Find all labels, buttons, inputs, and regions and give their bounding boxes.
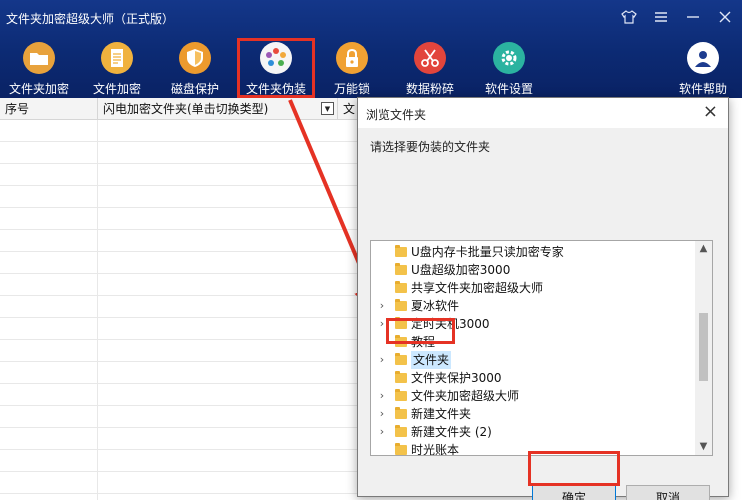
folder-tree[interactable]: U盘内存卡批量只读加密专家 U盘超级加密3000 共享文件夹加密超级大师 › 夏冰… xyxy=(370,240,713,456)
folder-icon xyxy=(395,371,407,383)
folder-icon xyxy=(395,443,407,455)
browse-folder-dialog: 浏览文件夹 × 请选择要伪装的文件夹 U盘内存卡批量只读加密专家 U盘超级加密3… xyxy=(357,97,729,500)
tree-item-selected[interactable]: › 文件夹 xyxy=(371,351,693,369)
tree-item-label: 新建文件夹 xyxy=(411,407,472,421)
cancel-button[interactable]: 取消 xyxy=(626,485,710,500)
tree-item-label: 共享文件夹加密超级大师 xyxy=(411,281,544,295)
tree-item-label: 新建文件夹 (2) xyxy=(411,425,492,439)
dialog-prompt: 请选择要伪装的文件夹 xyxy=(370,140,491,154)
chevron-right-icon[interactable]: › xyxy=(377,387,387,405)
tree-item[interactable]: › 文件夹加密超级大师 xyxy=(371,387,693,405)
tree-item[interactable]: U盘超级加密3000 xyxy=(371,261,693,279)
folder-icon xyxy=(395,425,407,437)
dialog-body: 请选择要伪装的文件夹 U盘内存卡批量只读加密专家 U盘超级加密3000 共享文件… xyxy=(358,128,728,500)
tree-item-label: 夏冰软件 xyxy=(411,299,460,313)
tree-item-label: U盘内存卡批量只读加密专家 xyxy=(411,245,564,259)
scroll-thumb[interactable] xyxy=(699,313,708,381)
folder-icon xyxy=(395,353,407,365)
tree-item[interactable]: › 夏冰软件 xyxy=(371,297,693,315)
tree-item[interactable]: 文件夹保护3000 xyxy=(371,369,693,387)
tree-scrollbar[interactable]: ▲ ▼ xyxy=(695,241,712,455)
tree-item-label: 文件夹 xyxy=(411,351,452,369)
ok-button[interactable]: 确定 xyxy=(532,485,616,500)
tree-item-label: 时光账本 xyxy=(411,443,460,456)
scroll-up-icon[interactable]: ▲ xyxy=(695,241,712,257)
tree-item-label: U盘超级加密3000 xyxy=(411,263,511,277)
chevron-right-icon[interactable]: › xyxy=(377,351,387,369)
chevron-right-icon[interactable]: › xyxy=(377,405,387,423)
folder-icon xyxy=(395,263,407,275)
chevron-right-icon[interactable]: › xyxy=(377,297,387,315)
tree-item-label: 文件夹保护3000 xyxy=(411,371,502,385)
tree-item[interactable]: 共享文件夹加密超级大师 xyxy=(371,279,693,297)
highlight-box-ok xyxy=(528,451,620,486)
close-icon[interactable]: × xyxy=(703,101,718,122)
folder-icon xyxy=(395,299,407,311)
chevron-right-icon[interactable]: › xyxy=(377,423,387,441)
tree-item[interactable]: › 新建文件夹 (2) xyxy=(371,423,693,441)
folder-icon xyxy=(395,245,407,257)
highlight-box-folder xyxy=(386,318,455,344)
tree-item[interactable]: › 新建文件夹 xyxy=(371,405,693,423)
tree-item-label: 文件夹加密超级大师 xyxy=(411,389,520,403)
folder-icon xyxy=(395,389,407,401)
tree-item[interactable]: U盘内存卡批量只读加密专家 xyxy=(371,243,693,261)
dialog-title: 浏览文件夹 xyxy=(366,108,427,122)
folder-icon xyxy=(395,281,407,293)
folder-icon xyxy=(395,407,407,419)
scroll-down-icon[interactable]: ▼ xyxy=(695,439,712,455)
